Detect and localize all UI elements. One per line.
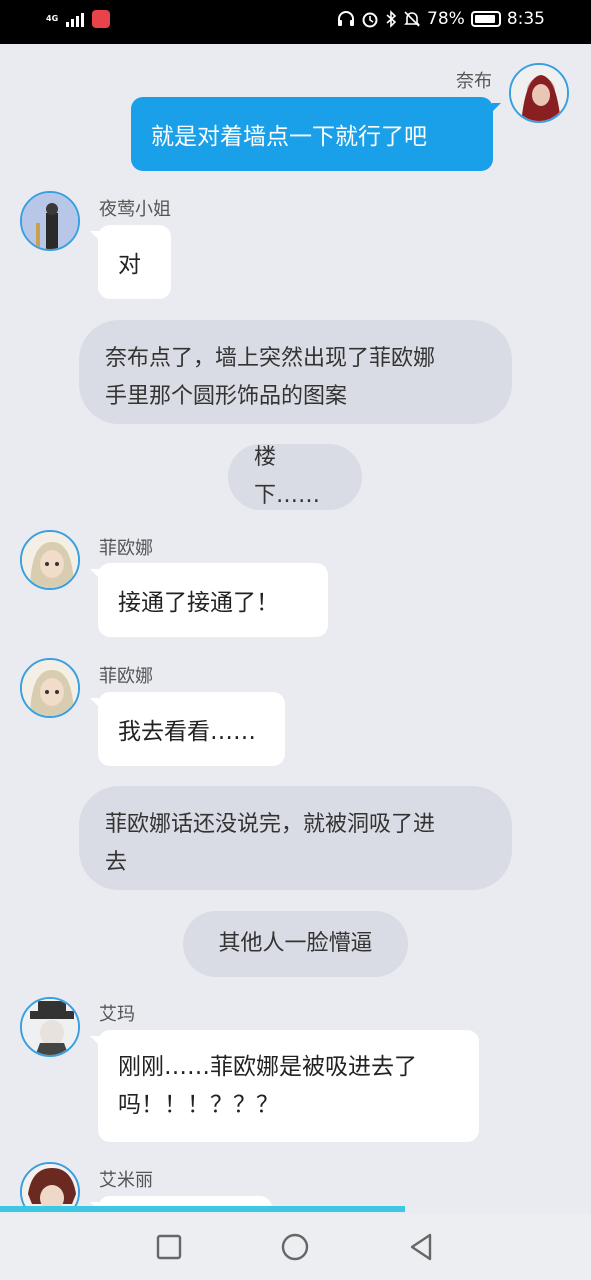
message-text: 接通了接通了！ [118,590,279,616]
battery-icon [470,11,501,27]
emma-avatar[interactable] [20,997,80,1057]
mute-icon [403,10,421,28]
message-text: 对 [118,252,141,278]
narration-bubble: 其他人一脸懵逼 [183,911,408,977]
progress-fill [0,1206,405,1212]
triangle-back-icon [410,1233,432,1261]
message-line: 吗！！！？？？ [118,1092,279,1118]
speaker-name: 菲欧娜 [99,538,153,559]
home-button[interactable] [278,1230,312,1264]
message-text: 就是对着墙点一下就行了吧 [151,124,427,150]
speaker-name: 奈布 [456,71,492,92]
narration-line: 其他人一脸懵逼 [218,931,373,956]
circle-icon [281,1233,309,1261]
speaker-name: 菲欧娜 [99,666,153,687]
bluetooth-icon [385,10,397,28]
headphones-icon [337,10,355,28]
narration-line: 楼下…… [254,445,321,508]
message-bubble[interactable] [90,1196,272,1206]
narration-line: 奈布点了，墙上突然出现了菲欧娜 [105,346,436,371]
message-line: 刚刚……菲欧娜是被吸进去了 [118,1054,417,1080]
clock: 8:35 [506,9,545,29]
narration-bubble: 楼下…… [228,444,362,510]
nightingale-avatar[interactable] [20,191,80,251]
square-icon [156,1234,182,1260]
back-button[interactable] [404,1230,438,1264]
navigation-bar [0,1214,591,1280]
signal-icon [66,11,85,27]
narration-line: 手里那个圆形饰品的图案 [105,384,348,409]
nabe-avatar[interactable] [509,63,569,123]
speaker-name: 艾玛 [99,1004,135,1025]
narration-bubble: 菲欧娜话还没说完，就被洞吸了进 去 [79,786,512,890]
message-bubble[interactable]: 就是对着墙点一下就行了吧 [131,97,501,171]
alarm-icon [361,10,379,28]
recent-apps-button[interactable] [152,1230,186,1264]
message-bubble[interactable]: 接通了接通了！ [90,563,328,637]
chat-area[interactable]: 奈布 就是对着墙点一下就行了吧 夜莺小姐 对 奈布点了，墙上突然出现了菲欧娜 手… [0,44,591,1206]
narration-bubble: 奈布点了，墙上突然出现了菲欧娜 手里那个圆形饰品的图案 [79,320,512,424]
fiona-avatar[interactable] [20,530,80,590]
status-bar: 4G 78% 8:35 [0,0,591,44]
reading-progress-bar [0,1206,591,1214]
emily-avatar[interactable] [20,1162,80,1206]
fiona-avatar[interactable] [20,658,80,718]
narration-line: 菲欧娜话还没说完，就被洞吸了进 [105,812,436,837]
app-notification-icon [92,10,111,28]
narration-line: 去 [105,850,128,875]
message-bubble[interactable]: 刚刚……菲欧娜是被吸进去了 吗！！！？？？ [90,1030,479,1142]
battery-percent: 78% [427,9,465,29]
message-bubble[interactable]: 对 [90,225,171,299]
message-bubble[interactable]: 我去看看…… [90,692,285,766]
message-text: 我去看看…… [118,719,256,745]
speaker-name: 夜莺小姐 [99,199,171,220]
speaker-name: 艾米丽 [99,1170,153,1191]
network-type: 4G [46,14,59,23]
